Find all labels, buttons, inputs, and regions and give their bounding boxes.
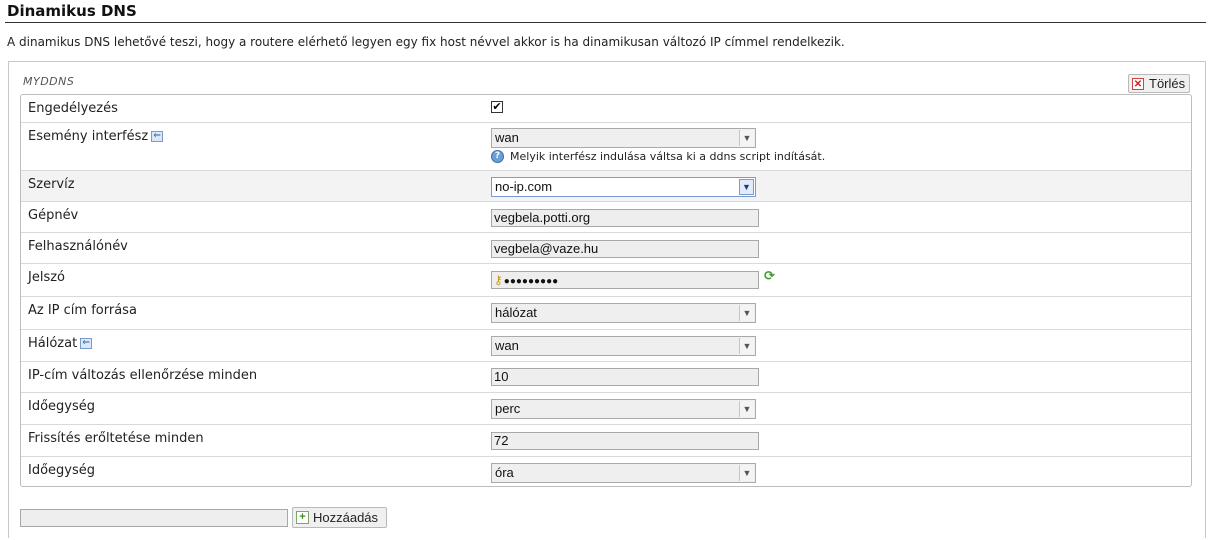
info-icon: ? bbox=[491, 150, 504, 163]
row-event-interface: Esemény interfész ⇐ wan ▼ ? Melyik inter… bbox=[21, 123, 1191, 171]
check-interval-input[interactable]: 10 bbox=[491, 368, 759, 386]
network-select[interactable]: wan ▼ bbox=[491, 336, 756, 356]
row-enable: Engedélyezés ✔ bbox=[21, 95, 1191, 123]
chevron-down-icon: ▼ bbox=[739, 465, 754, 481]
chevron-down-icon: ▼ bbox=[739, 305, 754, 321]
row-hostname: Gépnév vegbela.potti.org bbox=[21, 202, 1191, 233]
help-icon[interactable]: ⇐ bbox=[151, 131, 164, 142]
network-label: Hálózat ⇐ bbox=[28, 336, 93, 351]
help-icon[interactable]: ⇐ bbox=[80, 338, 93, 349]
section-title: MYDDNS bbox=[23, 75, 75, 88]
chevron-down-icon: ▼ bbox=[739, 130, 754, 146]
password-input[interactable]: ⚷●●●●●●●●● bbox=[491, 271, 759, 289]
row-username: Felhasználónév vegbela@vaze.hu bbox=[21, 233, 1191, 264]
page-title: Dinamikus DNS bbox=[7, 2, 137, 20]
add-button[interactable]: + Hozzáadás bbox=[292, 507, 387, 528]
service-label: Szervíz bbox=[28, 177, 75, 192]
event-interface-select[interactable]: wan ▼ bbox=[491, 128, 756, 148]
row-check-unit: Időegység perc ▼ bbox=[21, 393, 1191, 425]
event-interface-label: Esemény interfész ⇐ bbox=[28, 129, 164, 144]
chevron-down-icon: ▼ bbox=[739, 401, 754, 417]
password-label: Jelszó bbox=[28, 270, 65, 285]
title-divider bbox=[5, 22, 1206, 23]
reveal-password-icon[interactable]: ⟳ bbox=[764, 269, 775, 284]
row-network: Hálózat ⇐ wan ▼ bbox=[21, 330, 1191, 362]
event-interface-hint: ? Melyik interfész indulása váltsa ki a … bbox=[491, 150, 825, 163]
ip-source-label: Az IP cím forrása bbox=[28, 303, 137, 318]
force-unit-select[interactable]: óra ▼ bbox=[491, 463, 756, 483]
delete-icon: ✕ bbox=[1132, 77, 1144, 90]
delete-button-label: Törlés bbox=[1149, 76, 1186, 91]
force-interval-input[interactable]: 72 bbox=[491, 432, 759, 450]
service-select[interactable]: no-ip.com ▼ bbox=[491, 177, 756, 197]
row-check-interval: IP-cím változás ellenőrzése minden 10 bbox=[21, 362, 1191, 393]
username-input[interactable]: vegbela@vaze.hu bbox=[491, 240, 759, 258]
page-description: A dinamikus DNS lehetővé teszi, hogy a r… bbox=[7, 35, 845, 49]
delete-button[interactable]: ✕ Törlés bbox=[1128, 74, 1190, 93]
check-unit-label: Időegység bbox=[28, 399, 96, 414]
add-icon: + bbox=[296, 511, 309, 524]
chevron-down-icon: ▼ bbox=[739, 338, 754, 354]
add-button-label: Hozzáadás bbox=[313, 510, 379, 525]
enable-checkbox[interactable]: ✔ bbox=[491, 101, 503, 113]
check-interval-label: IP-cím változás ellenőrzése minden bbox=[28, 368, 258, 383]
new-section-name-input[interactable] bbox=[20, 509, 288, 527]
row-force-unit: Időegység óra ▼ bbox=[21, 457, 1191, 486]
chevron-down-icon: ▼ bbox=[739, 179, 754, 195]
check-unit-select[interactable]: perc ▼ bbox=[491, 399, 756, 419]
username-label: Felhasználónév bbox=[28, 239, 128, 254]
hostname-label: Gépnév bbox=[28, 208, 79, 223]
enable-label: Engedélyezés bbox=[28, 101, 118, 116]
row-ip-source: Az IP cím forrása hálózat ▼ bbox=[21, 297, 1191, 330]
key-icon: ⚷ bbox=[494, 273, 503, 287]
ip-source-select[interactable]: hálózat ▼ bbox=[491, 303, 756, 323]
row-force-interval: Frissítés erőltetése minden 72 bbox=[21, 425, 1191, 457]
force-interval-label: Frissítés erőltetése minden bbox=[28, 431, 204, 446]
hostname-input[interactable]: vegbela.potti.org bbox=[491, 209, 759, 227]
row-password: Jelszó ⚷●●●●●●●●● ⟳ bbox=[21, 264, 1191, 297]
row-service: Szervíz no-ip.com ▼ bbox=[21, 171, 1191, 202]
force-unit-label: Időegység bbox=[28, 463, 96, 478]
